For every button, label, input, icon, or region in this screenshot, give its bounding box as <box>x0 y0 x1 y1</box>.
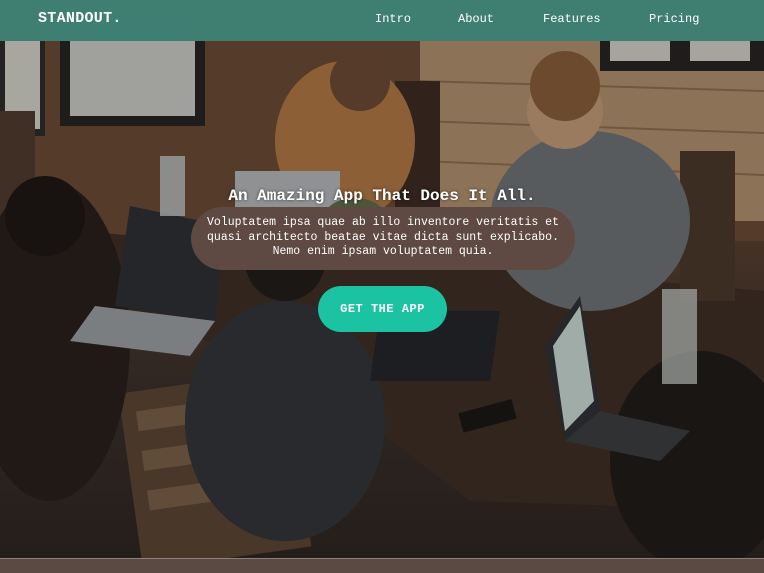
get-the-app-button[interactable]: GET THE APP <box>318 286 447 332</box>
nav-link-features[interactable]: Features <box>543 12 601 26</box>
hero-description: Voluptatem ipsa quae ab illo inventore v… <box>207 216 559 258</box>
brand-logo[interactable]: STANDOUT. <box>38 10 122 27</box>
next-section-strip <box>0 559 764 573</box>
nav-link-pricing[interactable]: Pricing <box>649 12 699 26</box>
top-navbar: STANDOUT. Intro About Features Pricing <box>0 0 764 41</box>
nav-link-intro[interactable]: Intro <box>375 12 411 26</box>
hero-headline: An Amazing App That Does It All. <box>228 187 536 205</box>
nav-link-about[interactable]: About <box>458 12 494 26</box>
